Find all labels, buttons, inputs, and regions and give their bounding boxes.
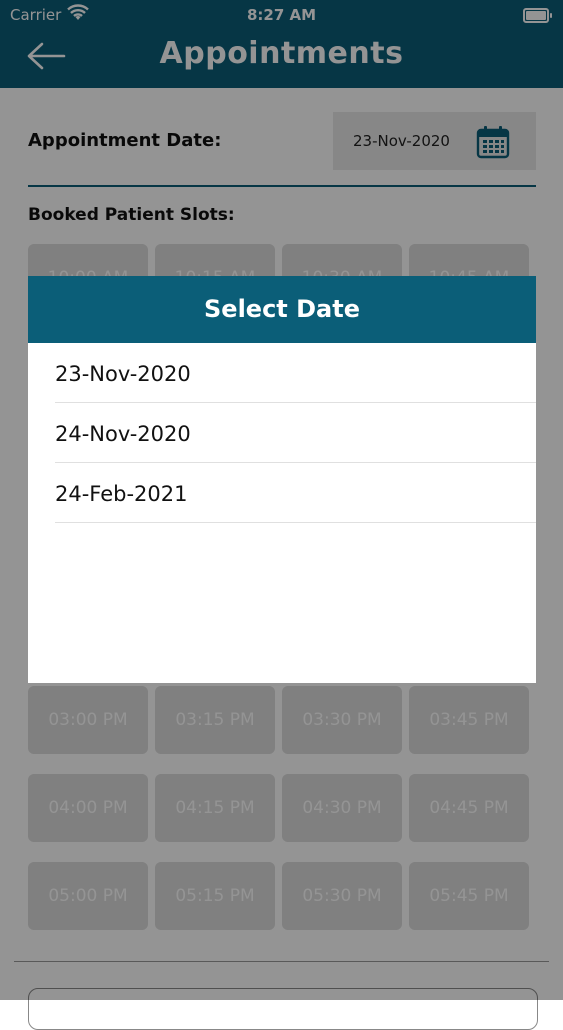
date-option[interactable]: 24-Nov-2020: [28, 404, 536, 463]
option-separator: [55, 462, 536, 463]
option-separator: [55, 402, 536, 403]
date-option-label: 23-Nov-2020: [55, 362, 191, 386]
date-option-label: 24-Nov-2020: [55, 422, 191, 446]
date-option-label: 24-Feb-2021: [55, 482, 188, 506]
date-option[interactable]: 24-Feb-2021: [28, 464, 536, 523]
appointments-screen: Carrier 8:27 AM Appointments Appointment…: [0, 0, 563, 1030]
select-date-dialog: Select Date 23-Nov-2020 24-Nov-2020 24-F…: [28, 276, 536, 683]
dialog-title: Select Date: [28, 276, 536, 343]
date-option[interactable]: 23-Nov-2020: [28, 344, 536, 403]
option-separator: [55, 522, 536, 523]
